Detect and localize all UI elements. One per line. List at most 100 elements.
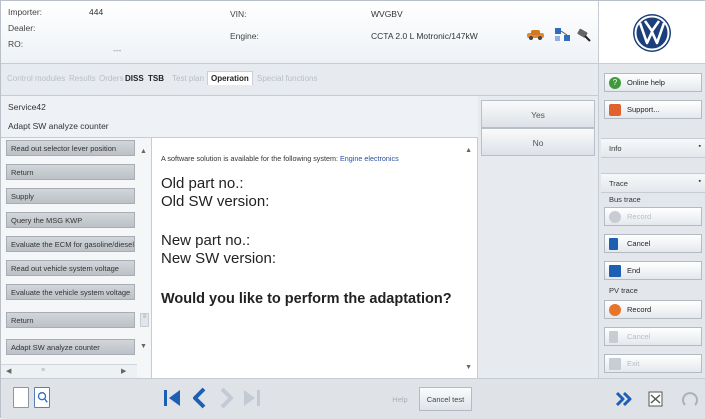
list-item[interactable]: Read out selector lever position — [6, 140, 135, 156]
trace-label: Trace — [609, 179, 628, 188]
tab-test-plan[interactable]: Test plan — [172, 74, 204, 83]
engine-label: Engine: — [230, 31, 259, 41]
no-button[interactable]: No — [481, 128, 595, 156]
list-item[interactable]: Return — [6, 164, 135, 180]
bus-cancel-label: Cancel — [627, 239, 651, 248]
stop-icon — [609, 358, 621, 370]
document-search-icon[interactable] — [34, 387, 50, 408]
list-item-current[interactable]: Adapt SW analyze counter — [6, 339, 135, 355]
support-button[interactable]: Support... — [604, 100, 702, 119]
help-question-icon: ? — [609, 77, 621, 89]
pause-icon — [609, 238, 618, 250]
bus-record-button[interactable]: Record — [604, 207, 702, 226]
message-intro: A software solution is available for the… — [161, 154, 399, 163]
pin-icon[interactable]: ▪ — [699, 178, 701, 185]
message-scroll-down-icon[interactable]: ▼ — [465, 364, 472, 371]
adaptation-question: Would you like to perform the adaptation… — [161, 291, 452, 307]
message-intro-text: A software solution is available for the… — [161, 154, 338, 163]
bus-end-button[interactable]: End — [604, 261, 702, 280]
operation-title-bar: Service42 Adapt SW analyze counter — [1, 96, 478, 138]
tab-results[interactable]: Results — [69, 74, 96, 83]
car-icon[interactable] — [526, 28, 546, 40]
ro-value: --- — [113, 45, 122, 55]
tab-tsb[interactable]: TSB — [148, 74, 164, 83]
test-sequence-list: Read out selector lever position Return … — [1, 138, 152, 378]
list-item[interactable]: Query the MSG KWP — [6, 212, 135, 228]
list-item[interactable]: Evaluate the ECM for gasoline/diesel — [6, 236, 135, 252]
pv-trace-label: PV trace — [609, 286, 638, 295]
scroll-down-arrow-icon[interactable]: ▼ — [140, 343, 147, 350]
engine-value: CCTA 2.0 L Motronic/147kW — [371, 31, 478, 41]
tab-special-functions[interactable]: Special functions — [257, 74, 317, 83]
support-label: Support... — [627, 105, 660, 114]
document-icon[interactable] — [13, 387, 29, 408]
help-button[interactable]: Help — [385, 387, 415, 411]
tab-operation[interactable]: Operation — [207, 71, 253, 85]
bus-end-label: End — [627, 266, 641, 275]
vw-logo — [633, 14, 671, 52]
next-step-icon[interactable] — [212, 384, 240, 412]
app-window: Importer: 444 Dealer: RO: --- VIN: WVGBV… — [0, 0, 705, 419]
online-help-label: Online help — [627, 78, 665, 87]
new-part-label: New part no.: — [161, 232, 251, 249]
pv-exit-label: Exit — [627, 359, 640, 368]
bus-cancel-button[interactable]: Cancel — [604, 234, 702, 253]
ro-label: RO: — [8, 39, 24, 49]
support-people-icon — [609, 104, 621, 116]
new-sw-label: New SW version: — [161, 250, 277, 267]
pause-icon — [609, 331, 618, 343]
right-sidebar: ? Online help Support... Info ▪ Trace ▪ … — [598, 64, 705, 378]
service-title: Service42 — [8, 102, 46, 112]
answer-column: Yes No — [478, 96, 598, 378]
stop-icon — [609, 265, 621, 277]
vehicle-header: Importer: 444 Dealer: RO: --- VIN: WVGBV… — [1, 1, 598, 64]
previous-step-icon[interactable] — [186, 384, 214, 412]
bottom-toolbar: Help Cancel test — [1, 378, 705, 419]
list-item[interactable]: Return — [6, 312, 135, 328]
pv-cancel-label: Cancel — [627, 332, 651, 341]
pv-record-button[interactable]: Record — [604, 300, 702, 319]
pv-exit-button[interactable]: Exit — [604, 354, 702, 373]
cancel-test-button[interactable]: Cancel test — [419, 387, 472, 411]
yes-button[interactable]: Yes — [481, 100, 595, 128]
list-vertical-scrollbar[interactable]: ▲ ≡ ▼ — [137, 138, 151, 364]
pv-cancel-button[interactable]: Cancel — [604, 327, 702, 346]
dealer-label: Dealer: — [8, 23, 36, 33]
old-sw-label: Old SW version: — [161, 193, 270, 210]
message-panel: A software solution is available for the… — [152, 138, 478, 378]
fast-forward-icon[interactable] — [611, 387, 637, 411]
scroll-left-arrow-icon[interactable]: ◀ — [6, 367, 11, 375]
operation-subtitle: Adapt SW analyze counter — [8, 121, 109, 131]
system-link[interactable]: Engine electronics — [340, 154, 399, 163]
bus-trace-label: Bus trace — [609, 195, 641, 204]
list-item[interactable]: Read out vehicle system voltage — [6, 260, 135, 276]
importer-value: 444 — [89, 7, 104, 17]
record-icon — [609, 304, 621, 316]
online-help-button[interactable]: ? Online help — [604, 73, 702, 92]
message-scroll-up-icon[interactable]: ▲ — [465, 147, 472, 154]
bus-record-label: Record — [627, 212, 652, 221]
tab-control-modules[interactable]: Control modules — [7, 74, 65, 83]
tab-orders[interactable]: Orders — [99, 74, 123, 83]
trace-section-header[interactable]: Trace ▪ — [601, 173, 705, 193]
list-horizontal-scrollbar[interactable]: ◀ ≡ ▶ — [1, 364, 137, 378]
scroll-thumb-horizontal[interactable]: ≡ — [41, 367, 45, 374]
mode-tabs: Control modules Results Orders DISS TSB … — [1, 64, 598, 96]
diagnostic-plug-icon[interactable] — [576, 27, 592, 43]
list-item[interactable]: Evaluate the vehicle system voltage — [6, 284, 135, 300]
list-item[interactable]: Supply — [6, 188, 135, 204]
first-step-icon[interactable] — [158, 384, 186, 412]
scroll-up-arrow-icon[interactable]: ▲ — [140, 148, 147, 155]
pin-icon[interactable]: ▪ — [699, 143, 701, 150]
diagnosis-grid-icon[interactable] — [642, 387, 668, 411]
scroll-right-arrow-icon[interactable]: ▶ — [121, 367, 126, 375]
info-section-header[interactable]: Info ▪ — [601, 138, 705, 158]
last-step-icon[interactable] — [238, 384, 266, 412]
tab-diss[interactable]: DISS — [125, 74, 144, 83]
network-icon[interactable] — [554, 27, 572, 43]
scroll-thumb[interactable]: ≡ — [140, 313, 149, 327]
info-label: Info — [609, 144, 622, 153]
exit-icon[interactable] — [677, 387, 703, 411]
record-icon — [609, 211, 621, 223]
brand-logo-box — [598, 1, 705, 64]
